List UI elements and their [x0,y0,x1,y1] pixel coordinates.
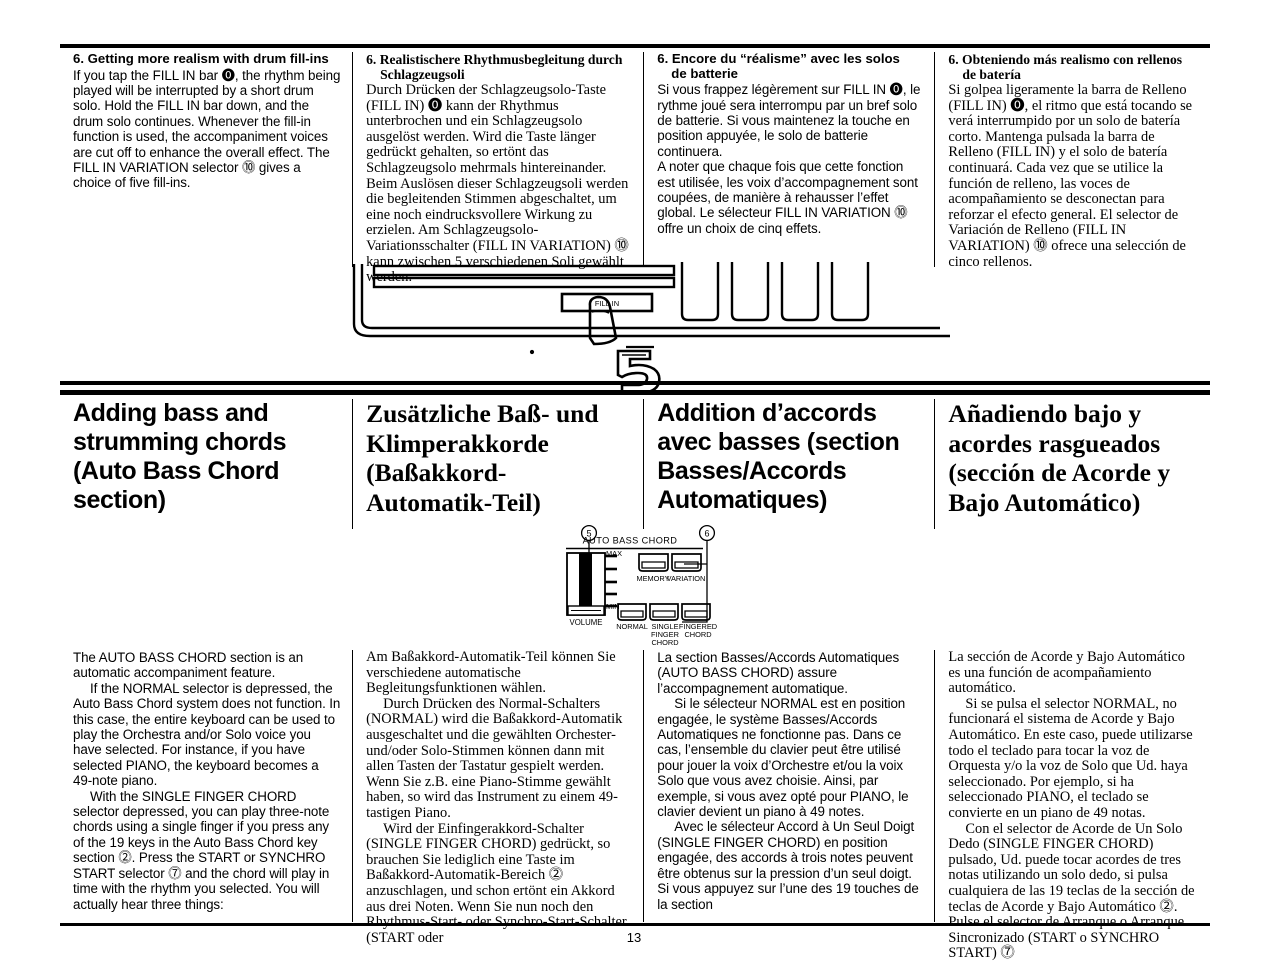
variation-button [671,553,702,572]
body-paragraph-english-2: If the NORMAL selector is depressed, the… [73,680,341,789]
section-title-german: Zusätzliche Baß- und Klimperakkorde (Baß… [366,399,599,517]
section-title-band: Adding bass and strumming chords (Auto B… [60,399,1210,529]
body-paragraph-spanish-1: La sección de Acorde y Bajo Automático e… [948,649,1185,697]
page-number: 13 [626,930,642,945]
body-paragraph-german-2: Durch Drücken des Normal-Schalters (NORM… [366,695,623,821]
body-column-german: Am Baßakkord-Automatik-Teil können Sie v… [352,649,643,945]
section-title-french: Addition d’accords avec basses (section … [657,399,900,514]
top-heading-spanish: 6. Obteniendo más realismo con rellenos … [948,52,1183,82]
auto-bass-chord-svg: 5 6 AUTO BASS CHORD MAX MIN VOLUME MEMOR… [566,524,717,647]
memory-button [638,553,669,572]
abc-panel-title: AUTO BASS CHORD [583,536,678,546]
body-paragraph-english-1: The AUTO BASS CHORD section is an automa… [73,650,304,681]
body-column-english: The AUTO BASS CHORD section is an automa… [60,650,352,922]
svg-text:CHORD: CHORD [651,638,678,647]
single-finger-chord-button [649,603,679,621]
top-paragraph-english: If you tap the FILL IN bar ⓿, the rhythm… [73,67,341,191]
section-divider-rule-upper [60,381,1210,385]
variation-button-label: VARIATION [667,574,706,583]
section-title-english: Adding bass and strumming chords (Auto B… [73,399,287,514]
top-column-french: 6. Encore du “réalisme” avec les solos d… [643,51,934,267]
fingered-chord-label: FINGERED CHORD [679,622,717,639]
fingered-chord-button [681,603,711,621]
top-heading-french: 6. Encore du “réalisme” avec les solos d… [657,51,900,81]
svg-text:CHORD: CHORD [684,630,711,639]
section-title-column-spanish: Añadiendo bajo y acordes rasgueados (sec… [934,399,1210,529]
top-column-german: 6. Realistischere Rhythmusbegleitung dur… [352,52,643,285]
chapter-number-svg [616,345,661,395]
manual-page: 6. Getting more realism with drum fill-i… [0,0,1268,961]
top-column-spanish: 6. Obteniendo más realismo con rellenos … [934,52,1210,270]
normal-button [617,603,647,621]
callout-6-label: 6 [704,528,709,538]
bottom-rule [60,923,1210,926]
top-heading-english: 6. Getting more realism with drum fill-i… [73,51,329,66]
auto-bass-chord-diagram: 5 6 AUTO BASS CHORD MAX MIN VOLUME MEMOR… [560,524,770,649]
volume-max-label: MAX [606,549,622,558]
chapter-number-graphic [610,345,670,395]
volume-label: VOLUME [570,618,603,627]
single-finger-chord-label: SINGLE FINGER CHORD [651,622,679,647]
top-paragraph-french-2: A noter que chaque fois que cette foncti… [657,159,918,236]
top-rule [60,44,1210,48]
top-text-band: 6. Getting more realism with drum fill-i… [60,51,1210,285]
memory-button-label: MEMORY [636,574,669,583]
normal-button-label: NORMAL [616,622,648,631]
top-heading-german: 6. Realistischere Rhythmusbegleitung dur… [366,52,623,82]
body-paragraph-french-3: Avec le sélecteur Accord à Un Seul Doigt… [657,819,919,912]
body-column-french: La section Basses/Accords Automatiques (… [643,650,934,922]
body-column-spanish: La sección de Acorde y Bajo Automático e… [934,649,1210,961]
body-paragraph-english-3: With the SINGLE FINGER CHORD selector de… [73,788,330,912]
section-title-column-english: Adding bass and strumming chords (Auto B… [60,399,352,529]
section-divider-rule-lower [60,390,1210,395]
body-text-band: The AUTO BASS CHORD section is an automa… [60,649,1210,961]
body-paragraph-german-3: Wird der Einfingerakkord-Schalter (SINGL… [366,820,627,946]
body-paragraph-french-1: La section Basses/Accords Automatiques (… [657,650,900,696]
top-column-english: 6. Getting more realism with drum fill-i… [60,51,352,267]
top-paragraph-spanish: Si golpea ligeramente la barra de Rellen… [948,82,1193,270]
section-title-column-german: Zusätzliche Baß- und Klimperakkorde (Baß… [352,399,643,529]
body-paragraph-french-2: Si le sélecteur NORMAL est en position e… [657,696,909,820]
volume-slider: MAX MIN VOLUME [566,549,622,627]
top-paragraph-french-1: Si vous frappez légèrement sur FILL IN ⓿… [657,82,921,159]
section-title-spanish: Añadiendo bajo y acordes rasgueados (sec… [948,399,1171,517]
section-title-column-french: Addition d’accords avec basses (section … [643,399,934,529]
body-paragraph-spanish-2: Si se pulsa el selector NORMAL, no funci… [948,695,1193,821]
fill-in-bar-label: FILL IN [595,299,619,308]
body-paragraph-german-1: Am Baßakkord-Automatik-Teil können Sie v… [366,649,616,697]
top-paragraph-german: Durch Drücken der Schlagzeugsolo-Taste (… [366,82,629,286]
